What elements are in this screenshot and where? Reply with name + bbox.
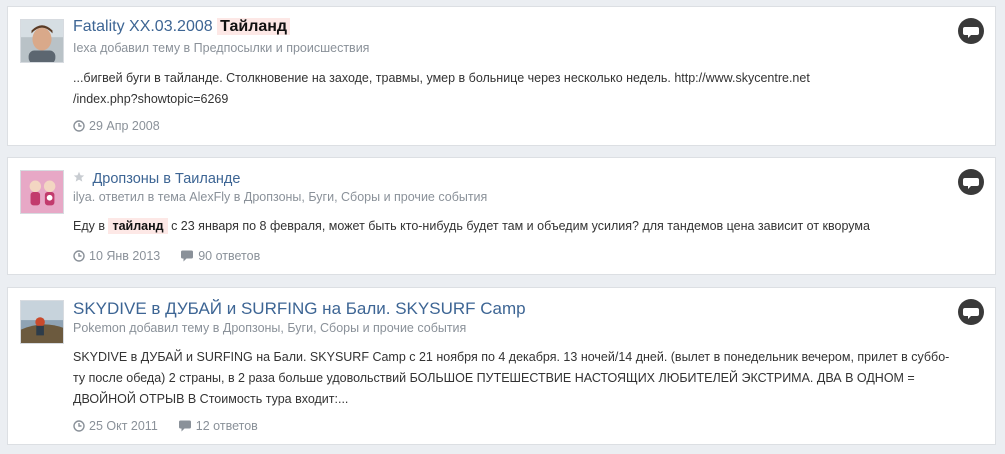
chat-bubble-icon[interactable] (957, 298, 985, 326)
snippet-highlight: тайланд (108, 218, 168, 234)
result-title-row: SKYDIVE в ДУБАЙ и SURFING на Бали. SKYSU… (73, 298, 945, 321)
result-date: 25 Окт 2011 (73, 419, 158, 433)
result-snippet: SKYDIVE в ДУБАЙ и SURFING на Бали. SKYSU… (73, 347, 965, 410)
star-icon[interactable] (73, 171, 85, 183)
snippet-line: ...бигвей буги в тайланде. Столкновение … (73, 71, 810, 85)
result-title-link[interactable]: Дропзоны в Таиланде (92, 171, 240, 187)
result-snippet: ...бигвей буги в тайланде. Столкновение … (73, 68, 965, 110)
snippet-line: ДВОЙНОЙ ОТРЫВ В Стоимость тура входит:..… (73, 392, 349, 406)
result-snippet: Еду в тайланд с 23 января по 8 февраля, … (73, 218, 870, 234)
result-meta: ilya. ответил в тема AlexFly в Дропзоны,… (73, 190, 488, 204)
result-title-row: Fatality XX.03.2008 Тайланд (73, 16, 945, 38)
result-date: 29 Апр 2008 (73, 119, 160, 133)
result-footer: 10 Янв 2013 90 ответов (73, 249, 274, 263)
search-result-1: Fatality XX.03.2008 Тайланд Iexa добавил… (7, 6, 996, 146)
snippet-line: /index.php?showtopic=6269 (73, 92, 229, 106)
chat-bubble-icon[interactable] (957, 168, 985, 196)
result-title-link[interactable]: Fatality XX.03.2008 Тайланд (73, 18, 291, 35)
result-title-link[interactable]: SKYDIVE в ДУБАЙ и SURFING на Бали. SKYSU… (73, 299, 526, 318)
result-footer: 25 Окт 2011 12 ответов (73, 419, 272, 433)
comment-icon (181, 250, 194, 262)
avatar[interactable] (20, 19, 64, 63)
avatar-image (21, 171, 63, 213)
result-title-row: Дропзоны в Таиланде (73, 168, 945, 190)
result-meta: Iexa добавил тему в Предпосылки и происш… (73, 41, 370, 55)
result-footer: 29 Апр 2008 (73, 119, 174, 133)
chat-bubble-icon[interactable] (957, 17, 985, 45)
clock-icon (73, 420, 85, 432)
avatar-image (21, 301, 63, 343)
title-highlight: Тайланд (217, 18, 291, 35)
result-replies[interactable]: 90 ответов (180, 249, 260, 263)
comment-icon (178, 420, 191, 432)
avatar-image (21, 20, 63, 62)
snippet-line: SKYDIVE в ДУБАЙ и SURFING на Бали. SKYSU… (73, 350, 950, 364)
clock-icon (73, 250, 85, 262)
result-replies[interactable]: 12 ответов (178, 419, 258, 433)
result-date: 10 Янв 2013 (73, 249, 160, 263)
avatar[interactable] (20, 300, 64, 344)
result-meta: Pokemon добавил тему в Дропзоны, Буги, С… (73, 321, 467, 335)
snippet-line: ту после обеда) 2 страны, в 2 раза больш… (73, 371, 915, 385)
clock-icon (73, 120, 85, 132)
search-result-3: SKYDIVE в ДУБАЙ и SURFING на Бали. SKYSU… (7, 287, 996, 445)
search-result-2: Дропзоны в Таиланде ilya. ответил в тема… (7, 157, 996, 275)
avatar[interactable] (20, 170, 64, 214)
